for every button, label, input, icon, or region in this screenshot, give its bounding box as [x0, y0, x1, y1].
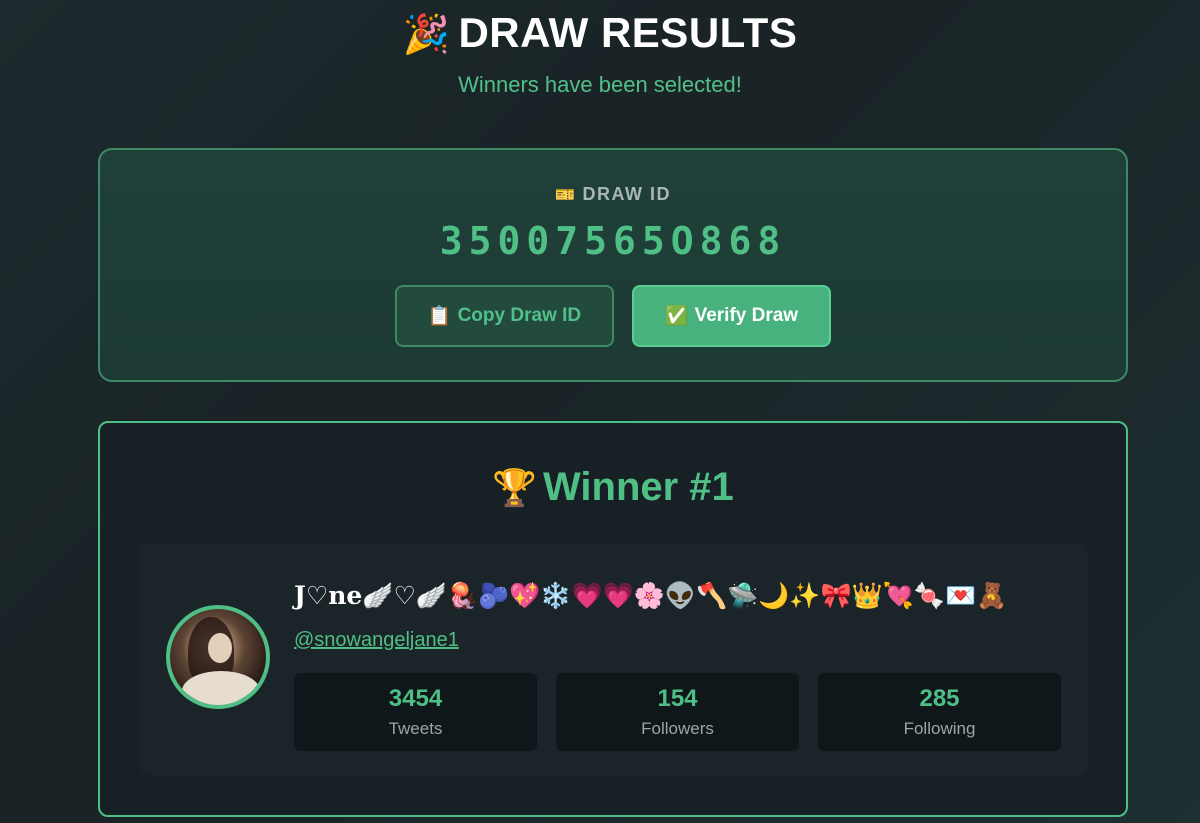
- stat-label: Followers: [641, 719, 714, 738]
- winner-card: 🏆 Winner #1 J♡ne🪽♡🪽🪼🫐💖❄️💗💗🌸👽🪓🛸🌙✨🎀👑💘🍬💌🧸 @s…: [98, 421, 1128, 817]
- stat-value: 285: [919, 685, 960, 712]
- stat-tweets: 3454 Tweets: [294, 673, 537, 751]
- draw-id-label-text: DRAW ID: [582, 184, 671, 204]
- page-header: 🎉 DRAW RESULTS Winners have been selected…: [0, 8, 1200, 98]
- page-subtitle: Winners have been selected!: [458, 72, 742, 97]
- winner-title: 🏆 Winner #1: [100, 465, 1126, 510]
- stat-value: 3454: [388, 685, 443, 712]
- clipboard-icon: 📋: [427, 306, 452, 327]
- stat-label: Tweets: [388, 719, 443, 738]
- draw-id-label: 🎫 DRAW ID: [100, 184, 1126, 205]
- page-title-text: DRAW RESULTS: [458, 9, 798, 56]
- page-title: 🎉 DRAW RESULTS: [0, 8, 1200, 60]
- winner-handle-link[interactable]: @snowangeljane1: [294, 629, 459, 652]
- verify-draw-label: Verify Draw: [694, 305, 799, 326]
- winner-stats: 3454 Tweets 154 Followers 285 Following: [294, 673, 1061, 751]
- avatar[interactable]: [166, 605, 270, 709]
- draw-id-value: 35007565O868: [439, 219, 787, 263]
- winner-profile: J♡ne🪽♡🪽🪼🫐💖❄️💗💗🌸👽🪓🛸🌙✨🎀👑💘🍬💌🧸 @snowangeljan…: [140, 543, 1088, 775]
- stat-followers: 154 Followers: [556, 673, 799, 751]
- draw-id-card: 🎫 DRAW ID 35007565O868 📋 Copy Draw ID ✅ V…: [98, 148, 1128, 382]
- winner-display-name: J♡ne🪽♡🪽🪼🫐💖❄️💗💗🌸👽🪓🛸🌙✨🎀👑💘🍬💌🧸: [294, 581, 1008, 610]
- stat-label: Following: [903, 719, 976, 738]
- copy-draw-id-button[interactable]: 📋 Copy Draw ID: [395, 285, 614, 347]
- check-mark-icon: ✅: [664, 306, 689, 327]
- party-popper-icon: 🎉: [402, 14, 451, 56]
- ticket-icon: 🎫: [555, 187, 577, 204]
- stat-following: 285 Following: [818, 673, 1061, 751]
- stat-value: 154: [657, 685, 698, 712]
- verify-draw-button[interactable]: ✅ Verify Draw: [632, 285, 831, 347]
- winner-title-text: Winner #1: [543, 465, 734, 509]
- copy-draw-id-label: Copy Draw ID: [457, 305, 582, 326]
- trophy-icon: 🏆: [492, 467, 537, 508]
- draw-actions: 📋 Copy Draw ID ✅ Verify Draw: [100, 285, 1126, 347]
